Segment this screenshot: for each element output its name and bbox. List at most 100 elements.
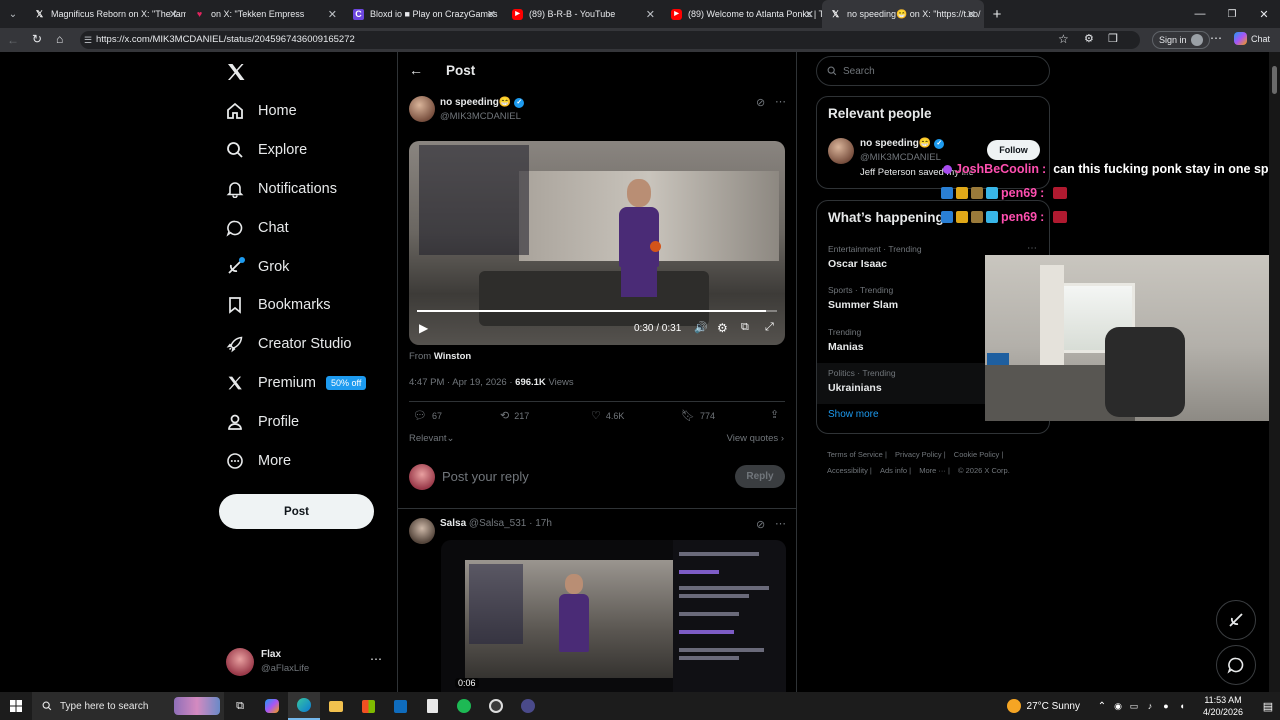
- video-player[interactable]: ▶ 0:30 / 0:31 🔊 ⚙ ⧉ ⤢: [409, 141, 785, 345]
- post-author-row[interactable]: no speeding😁 ✓: [440, 97, 525, 108]
- restore-button[interactable]: ❐: [1216, 9, 1248, 20]
- reload-icon[interactable]: ↻: [32, 32, 42, 46]
- app-taskbar-icon[interactable]: [512, 699, 544, 713]
- account-switcher[interactable]: Flax @aFlaxLife ⋯: [226, 647, 386, 677]
- more-dots-icon[interactable]: ⋯: [775, 517, 786, 530]
- close-icon[interactable]: ✕: [805, 8, 814, 21]
- compose-post-button[interactable]: Post: [219, 494, 374, 529]
- copilot-taskbar-icon[interactable]: [256, 699, 288, 713]
- nav-grok[interactable]: Grok: [218, 247, 388, 286]
- reply-button[interactable]: Reply: [735, 465, 785, 488]
- network-icon[interactable]: ▭: [1126, 701, 1142, 712]
- scrollbar-thumb[interactable]: [1272, 66, 1277, 94]
- file-explorer-icon[interactable]: [320, 700, 352, 712]
- spotify-icon[interactable]: [448, 699, 480, 713]
- collections-icon[interactable]: ❒: [1108, 32, 1118, 45]
- nav-more[interactable]: More: [218, 441, 388, 480]
- menu-dots-icon[interactable]: ⋯: [1210, 31, 1222, 45]
- avatar[interactable]: [409, 96, 435, 122]
- nav-chat[interactable]: Chat: [218, 208, 388, 247]
- close-window-button[interactable]: ✕: [1248, 8, 1280, 21]
- clock[interactable]: 11:53 AM 4/20/2026: [1190, 694, 1256, 718]
- nav-notifications[interactable]: Notifications: [218, 170, 388, 209]
- browser-tab-4[interactable]: ▶ (89) B-R-B - YouTube ✕: [504, 0, 663, 28]
- nav-creator-studio[interactable]: Creator Studio: [218, 325, 388, 364]
- repost-action[interactable]: ⟲ 217: [500, 409, 529, 422]
- picture-in-picture-icon[interactable]: ⧉: [741, 321, 749, 334]
- edge-taskbar-icon[interactable]: [288, 692, 320, 720]
- relevant-sort-button[interactable]: Relevant⌄: [409, 433, 454, 444]
- microphone-icon[interactable]: ●: [1158, 701, 1174, 711]
- video-progress-bar[interactable]: [417, 310, 777, 312]
- reply-action[interactable]: 💬︎ 67: [413, 409, 442, 422]
- reply-video-player[interactable]: 0:06: [441, 540, 786, 692]
- footer-link[interactable]: Privacy Policy: [895, 450, 942, 459]
- page-scrollbar[interactable]: [1269, 52, 1280, 692]
- notification-center-icon[interactable]: ▤: [1256, 700, 1280, 713]
- follow-button[interactable]: Follow: [987, 140, 1040, 160]
- person-name-row[interactable]: no speeding😁 ✓: [860, 138, 945, 149]
- fullscreen-icon[interactable]: ⤢: [765, 321, 774, 334]
- weather-widget[interactable]: 27°C Sunny: [1006, 699, 1080, 713]
- nav-premium[interactable]: Premium 50% off: [218, 364, 388, 403]
- browser-tab-3[interactable]: C Bloxd io ■ Play on CrazyGames ✕: [345, 0, 504, 28]
- home-icon[interactable]: ⌂: [56, 32, 63, 46]
- footer-link[interactable]: More ···: [919, 466, 946, 475]
- notepad-icon[interactable]: [416, 699, 448, 713]
- copilot-button[interactable]: Chat: [1234, 32, 1270, 45]
- grok-floating-button[interactable]: [1216, 600, 1256, 640]
- sign-in-button[interactable]: Sign in: [1152, 31, 1210, 49]
- task-view-icon[interactable]: ⧉: [224, 700, 256, 713]
- site-info-icon[interactable]: ☰: [84, 31, 92, 49]
- tab-list-button[interactable]: ⌄: [0, 0, 26, 28]
- tray-chevron-icon[interactable]: ⌃: [1094, 701, 1110, 712]
- more-dots-icon[interactable]: ⋯: [775, 95, 786, 108]
- avatar[interactable]: [828, 138, 854, 164]
- close-icon[interactable]: ✕: [487, 8, 496, 21]
- browser-tab-1[interactable]: 𝕏 Magnificus Reborn on X: "The fam ✕: [26, 0, 186, 28]
- browser-tab-6[interactable]: 𝕏no speeding😁 on X: "https://t.co/✕: [822, 0, 984, 28]
- footer-link[interactable]: Terms of Service: [827, 450, 883, 459]
- bookmark-action[interactable]: 🔖︎ 774: [681, 409, 715, 422]
- close-icon[interactable]: ✕: [328, 8, 337, 21]
- share-icon[interactable]: ⇪: [770, 408, 779, 421]
- nav-bookmarks[interactable]: Bookmarks: [218, 286, 388, 325]
- reply-input[interactable]: Post your reply: [442, 469, 529, 484]
- reply-author-row[interactable]: Salsa @Salsa_531 · 17h: [440, 518, 552, 529]
- grok-icon[interactable]: ⊘: [756, 96, 765, 109]
- extensions-icon[interactable]: ⚙: [1084, 32, 1094, 45]
- taskbar-search-box[interactable]: Type here to search: [32, 692, 224, 720]
- new-tab-button[interactable]: +: [984, 6, 1010, 23]
- play-icon[interactable]: ▶: [419, 321, 428, 335]
- volume-icon[interactable]: ◖: [1174, 701, 1190, 711]
- post-author-handle[interactable]: @MIK3MCDANIEL: [440, 111, 521, 122]
- grok-icon[interactable]: ⊘: [756, 518, 765, 531]
- search-input[interactable]: Search: [816, 56, 1050, 86]
- back-arrow-icon[interactable]: ←: [409, 62, 423, 78]
- from-source-link[interactable]: Winston: [434, 351, 471, 362]
- post-timestamp[interactable]: 4:47 PM · Apr 19, 2026 ·: [409, 377, 513, 388]
- obs-icon[interactable]: [480, 699, 512, 713]
- show-more-link[interactable]: Show more: [828, 409, 879, 420]
- browser-tab-2[interactable]: ♥ on X: "Tekken Empress ✕: [186, 0, 345, 28]
- close-icon[interactable]: ✕: [169, 8, 178, 21]
- avatar[interactable]: [409, 518, 435, 544]
- close-icon[interactable]: ✕: [967, 8, 976, 21]
- x-logo-icon[interactable]: [226, 62, 246, 82]
- footer-link[interactable]: Accessibility: [827, 466, 868, 475]
- url-field[interactable]: ☰ https://x.com/MIK3MCDANIEL/status/20459…: [80, 31, 1140, 49]
- outlook-icon[interactable]: [384, 699, 416, 713]
- nav-home[interactable]: Home: [218, 92, 388, 131]
- settings-icon[interactable]: ⚙: [717, 321, 728, 335]
- volume-icon[interactable]: 🔊: [694, 321, 708, 334]
- nav-explore[interactable]: Explore: [218, 131, 388, 170]
- trend-more-icon[interactable]: ⋯: [1027, 243, 1037, 254]
- view-quotes-link[interactable]: View quotes ›: [727, 433, 784, 444]
- close-icon[interactable]: ✕: [646, 8, 655, 21]
- more-dots-icon[interactable]: ⋯: [370, 652, 382, 666]
- back-icon[interactable]: ←: [7, 33, 19, 47]
- tray-icon[interactable]: ♪: [1142, 701, 1158, 711]
- messages-floating-button[interactable]: [1216, 645, 1256, 685]
- person-handle[interactable]: @MIK3MCDANIEL: [860, 152, 941, 163]
- browser-tab-5[interactable]: ▶ (89) Welcome to Atlanta Ponks | Th ✕: [663, 0, 822, 28]
